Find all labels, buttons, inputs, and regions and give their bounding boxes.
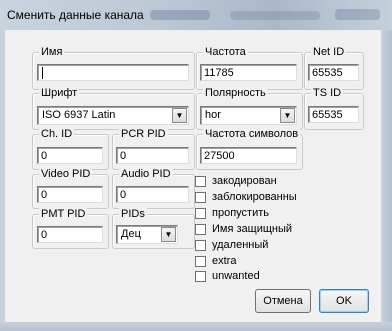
font-select[interactable]: ISO 6937 Latin ▼ <box>37 106 189 125</box>
checkbox-label: пропустить <box>212 207 269 219</box>
checkbox-label: extra <box>212 255 237 267</box>
ch-id-input[interactable]: 0 <box>37 147 103 164</box>
pids-label: PIDs <box>119 207 147 221</box>
checkbox-box[interactable] <box>195 208 206 219</box>
frequency-group: Частота 11785 <box>196 45 303 90</box>
checkbox-name-protected[interactable]: Имя защищный <box>195 223 292 237</box>
window-frame-bottom <box>0 322 392 331</box>
pcr-pid-group: PCR PID 0 <box>112 127 195 170</box>
blurred-title-area <box>150 10 210 20</box>
video-pid-input[interactable]: 0 <box>37 186 103 203</box>
text-caret <box>42 67 43 80</box>
pcr-pid-label: PCR PID <box>119 127 168 141</box>
checkbox-box[interactable] <box>195 224 206 235</box>
dialog-client-area: Имя Частота 11785 Net ID 65535 Шрифт ISO… <box>4 30 382 322</box>
pcr-pid-input[interactable]: 0 <box>116 147 189 164</box>
cancel-button[interactable]: Отмена <box>255 289 311 313</box>
blurred-title-area <box>335 9 380 20</box>
checkbox-label: заблокированны <box>212 191 297 203</box>
checkbox-locked[interactable]: заблокированны <box>195 191 297 205</box>
checkbox-box[interactable] <box>195 192 206 203</box>
polarity-label: Полярность <box>203 86 268 100</box>
font-label: Шрифт <box>39 86 80 100</box>
ts-id-label: TS ID <box>311 86 344 100</box>
net-id-label: Net ID <box>311 45 347 59</box>
checkbox-label: удаленный <box>212 239 269 251</box>
font-select-value: ISO 6937 Latin <box>42 109 116 121</box>
checkbox-encrypted[interactable]: закодирован <box>195 175 277 189</box>
video-pid-group: Video PID 0 <box>32 167 109 209</box>
checkbox-skip[interactable]: пропустить <box>195 207 269 221</box>
pids-group: PIDs Дец ▼ <box>112 207 195 249</box>
net-id-input[interactable]: 65535 <box>308 64 359 81</box>
polarity-group: Полярность hor ▼ <box>196 86 303 130</box>
polarity-select-value: hor <box>205 109 221 121</box>
symbol-rate-group: Частота символов 27500 <box>196 127 303 170</box>
pmt-pid-group: PMT PID 0 <box>32 207 109 249</box>
frequency-label: Частота <box>203 45 248 59</box>
ch-id-label: Ch. ID <box>39 127 75 141</box>
pids-select[interactable]: Дец ▼ <box>116 225 178 244</box>
polarity-select[interactable]: hor ▼ <box>200 106 297 125</box>
checkbox-label: закодирован <box>212 175 277 187</box>
chevron-down-icon[interactable]: ▼ <box>172 108 187 123</box>
title-bar[interactable]: Сменить данные канала <box>0 0 392 30</box>
audio-pid-group: Audio PID 0 <box>112 167 195 209</box>
checkbox-box[interactable] <box>195 176 206 187</box>
audio-pid-label: Audio PID <box>119 167 173 181</box>
checkbox-deleted[interactable]: удаленный <box>195 239 268 253</box>
checkbox-label: Имя защищный <box>212 223 293 235</box>
symbol-rate-input[interactable]: 27500 <box>200 147 297 164</box>
checkbox-box[interactable] <box>195 240 206 251</box>
ch-id-group: Ch. ID 0 <box>32 127 109 170</box>
blurred-title-area <box>230 11 320 20</box>
ts-id-group: TS ID 65535 <box>304 86 364 130</box>
name-label: Имя <box>39 45 65 59</box>
window-title: Сменить данные канала <box>7 8 144 22</box>
ok-button[interactable]: OK <box>319 289 369 313</box>
name-input[interactable] <box>37 64 189 81</box>
symbol-rate-label: Частота символов <box>203 127 301 141</box>
chevron-down-icon[interactable]: ▼ <box>161 227 176 242</box>
checkbox-extra[interactable]: extra <box>195 255 236 269</box>
pmt-pid-label: PMT PID <box>39 207 88 221</box>
ts-id-input[interactable]: 65535 <box>308 106 359 123</box>
checkbox-box[interactable] <box>195 271 206 282</box>
name-group: Имя <box>32 45 195 90</box>
font-group: Шрифт ISO 6937 Latin ▼ <box>32 86 195 130</box>
checkbox-box[interactable] <box>195 256 206 267</box>
audio-pid-input[interactable]: 0 <box>116 186 189 203</box>
pids-select-value: Дец <box>121 228 141 240</box>
chevron-down-icon[interactable]: ▼ <box>280 108 295 123</box>
frequency-input[interactable]: 11785 <box>200 64 297 81</box>
net-id-group: Net ID 65535 <box>304 45 364 90</box>
checkbox-label: unwanted <box>212 270 260 282</box>
video-pid-label: Video PID <box>39 167 93 181</box>
pmt-pid-input[interactable]: 0 <box>37 226 103 243</box>
checkbox-unwanted[interactable]: unwanted <box>195 270 260 284</box>
